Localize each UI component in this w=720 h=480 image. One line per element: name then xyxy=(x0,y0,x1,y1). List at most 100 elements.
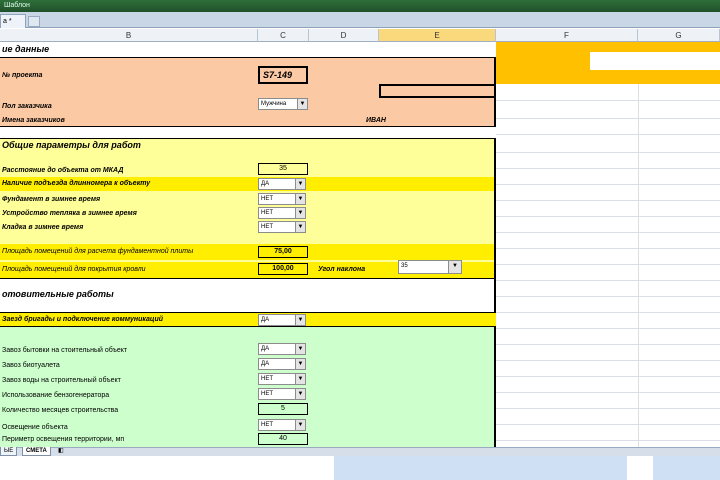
customer-names-label: Имена заказчиков xyxy=(2,117,65,124)
winter-foundation-label: Фундамент в зимнее время xyxy=(2,196,101,203)
grid-line xyxy=(496,376,720,377)
sheet-tab-data[interactable]: ЫЕ xyxy=(0,447,18,456)
grid-line xyxy=(496,392,720,393)
perimeter-value[interactable]: 40 xyxy=(258,433,308,445)
winter-foundation-dropdown[interactable]: НЕТ ▼ xyxy=(258,193,306,205)
grid-line xyxy=(496,184,720,185)
grid-line xyxy=(496,408,720,409)
customer-names-value[interactable]: ИВАН xyxy=(366,117,386,124)
dropdown-arrow-icon[interactable]: ▼ xyxy=(295,420,305,430)
dropdown-arrow-icon[interactable]: ▼ xyxy=(295,315,305,325)
dropdown-arrow-icon[interactable]: ▼ xyxy=(295,222,305,232)
grid-line xyxy=(496,280,720,281)
months-label: Количество месяцев строительства xyxy=(2,407,119,414)
lighting-dropdown[interactable]: НЕТ ▼ xyxy=(258,419,306,431)
months-value[interactable]: 5 xyxy=(258,403,308,415)
column-header-c[interactable]: C xyxy=(258,29,309,42)
water-delivery-value: НЕТ xyxy=(261,376,273,382)
cabin-delivery-dropdown[interactable]: ДА ▼ xyxy=(258,343,306,355)
column-header-c-label: C xyxy=(280,31,286,40)
roof-area-label: Площадь помещений для покрытия кровли xyxy=(2,266,146,273)
column-header-d[interactable]: D xyxy=(309,29,379,42)
window-background-panel xyxy=(653,456,720,480)
grid-line xyxy=(496,312,720,313)
toilet-delivery-label: Завоз биотуалета xyxy=(2,362,60,369)
sheet-tab-data-label: ЫЕ xyxy=(4,448,14,454)
selected-cell-e[interactable] xyxy=(379,84,496,98)
roof-slope-dropdown[interactable]: 35 ▼ xyxy=(398,260,462,274)
slab-area-label: Площадь помещений для расчета фундаментн… xyxy=(2,248,194,255)
section-title-general: ие данные xyxy=(2,44,50,54)
grid-line xyxy=(496,328,720,329)
grid-line xyxy=(496,264,720,265)
section-title-prep: отовительные работы xyxy=(2,289,114,299)
dropdown-arrow-icon[interactable]: ▼ xyxy=(295,344,305,354)
roof-area-value[interactable]: 100,00 xyxy=(258,263,308,275)
grid-line xyxy=(496,134,720,135)
new-sheet-icon[interactable] xyxy=(28,16,40,27)
document-tab-label: а * xyxy=(3,18,12,25)
dropdown-arrow-icon[interactable]: ▼ xyxy=(448,261,461,273)
grid-line xyxy=(496,296,720,297)
water-delivery-dropdown[interactable]: НЕТ ▼ xyxy=(258,373,306,385)
sheet-tab-estimate[interactable]: СМЕТА xyxy=(22,447,51,456)
dropdown-arrow-icon[interactable]: ▼ xyxy=(295,194,305,204)
column-header-b[interactable]: B xyxy=(0,29,258,42)
grid-line xyxy=(638,42,639,447)
document-tab[interactable]: а * xyxy=(0,14,26,28)
cabin-delivery-value: ДА xyxy=(261,346,270,352)
column-header-f[interactable]: F xyxy=(496,29,638,42)
crew-arrival-value: ДА xyxy=(261,317,270,323)
slab-area-value[interactable]: 75,00 xyxy=(258,246,308,258)
section-title-params: Общие параметры для работ xyxy=(2,140,141,150)
crew-arrival-dropdown[interactable]: ДА ▼ xyxy=(258,314,306,326)
grid-line xyxy=(496,100,720,101)
winter-heating-label: Устройство тепляка в зимнее время xyxy=(2,210,137,217)
column-header-g-label: G xyxy=(675,31,682,40)
customer-gender-value: Мужчина xyxy=(261,101,287,107)
crane-access-label: Наличие подъезда длинномера к объекту xyxy=(2,180,151,187)
grid-line xyxy=(496,344,720,345)
cabin-delivery-label: Завоз бытовки на стоительный объект xyxy=(2,347,128,354)
toilet-delivery-dropdown[interactable]: ДА ▼ xyxy=(258,358,306,370)
water-delivery-label: Завоз воды на строительный объект xyxy=(2,377,121,384)
grid-line xyxy=(496,152,720,153)
dropdown-arrow-icon[interactable]: ▼ xyxy=(295,359,305,369)
dropdown-arrow-icon[interactable]: ▼ xyxy=(295,208,305,218)
winter-heating-value: НЕТ xyxy=(261,210,273,216)
distance-label: Расстояние до объекта от МКАД xyxy=(2,167,124,174)
winter-heating-dropdown[interactable]: НЕТ ▼ xyxy=(258,207,306,219)
generator-dropdown[interactable]: НЕТ ▼ xyxy=(258,388,306,400)
winter-masonry-dropdown[interactable]: НЕТ ▼ xyxy=(258,221,306,233)
grid-line xyxy=(496,168,720,169)
dropdown-arrow-icon[interactable]: ▼ xyxy=(295,389,305,399)
dropdown-arrow-icon[interactable]: ▼ xyxy=(295,179,305,189)
grid-line xyxy=(496,216,720,217)
sheet-tab-bar xyxy=(0,447,720,456)
winter-masonry-label: Кладка в зимнее время xyxy=(2,224,84,231)
grid-line xyxy=(496,424,720,425)
grid-line xyxy=(496,248,720,249)
roof-slope-label: Угол наклона xyxy=(318,266,366,273)
accent-banner-cell[interactable] xyxy=(590,52,720,70)
perimeter-label: Периметр освещения территории, мп xyxy=(2,436,125,443)
grid-line xyxy=(496,232,720,233)
column-header-f-label: F xyxy=(564,31,569,40)
crane-access-dropdown[interactable]: ДА ▼ xyxy=(258,178,306,190)
column-header-d-label: D xyxy=(340,31,347,40)
new-sheet-tab-icon[interactable]: ◧ xyxy=(58,447,68,456)
dropdown-arrow-icon[interactable]: ▼ xyxy=(295,374,305,384)
toilet-delivery-value: ДА xyxy=(261,361,270,367)
dropdown-arrow-icon[interactable]: ▼ xyxy=(297,99,307,109)
column-header-g[interactable]: G xyxy=(638,29,720,42)
winter-masonry-value: НЕТ xyxy=(261,224,273,230)
project-number-value[interactable]: S7-149 xyxy=(258,66,308,84)
distance-value[interactable]: 35 xyxy=(258,163,308,175)
section-header-general: ие данные xyxy=(0,42,496,58)
customer-gender-dropdown[interactable]: Мужчина ▼ xyxy=(258,98,308,110)
window-title-bar: Шаблон xyxy=(0,0,720,12)
column-header-e[interactable]: E xyxy=(379,29,496,42)
window-background-panel xyxy=(334,456,627,480)
roof-slope-value: 35 xyxy=(401,263,408,269)
project-number-label: № проекта xyxy=(2,72,43,79)
